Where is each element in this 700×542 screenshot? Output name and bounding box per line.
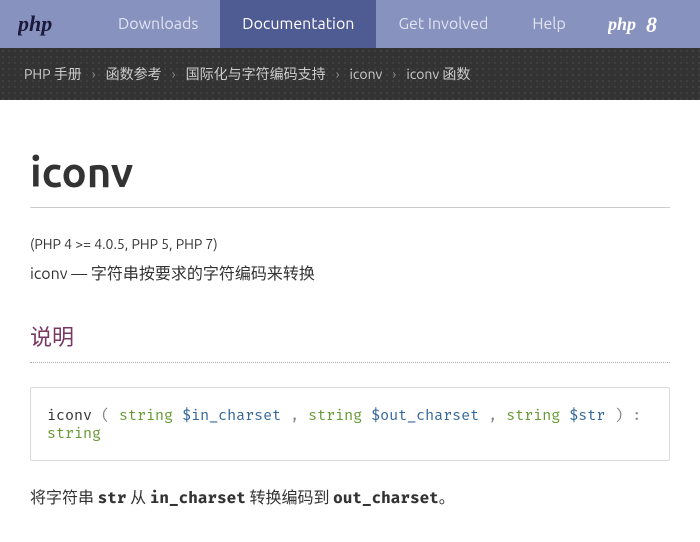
desc-literal-str: str — [98, 489, 127, 508]
desc-text: 将字符串 — [30, 489, 98, 507]
version-info: (PHP 4 >= 4.0.5, PHP 5, PHP 7) — [30, 236, 670, 252]
summary: iconv — 字符串按要求的字符编码来转换 — [30, 260, 670, 284]
top-navbar: php Downloads Documentation Get Involved… — [0, 0, 700, 48]
desc-text: 从 — [126, 489, 149, 507]
nav-get-involved[interactable]: Get Involved — [376, 0, 510, 48]
desc-text: 。 — [439, 489, 455, 507]
php8-logo[interactable]: php 8 — [596, 13, 676, 35]
breadcrumb: PHP 手册 › 函数参考 › 国际化与字符编码支持 › iconv › ico… — [24, 64, 676, 84]
nav-downloads[interactable]: Downloads — [96, 0, 220, 48]
chevron-right-icon: › — [92, 66, 96, 82]
chevron-right-icon: › — [172, 66, 176, 82]
main-nav: Downloads Documentation Get Involved Hel… — [96, 0, 588, 48]
syn-punct: ( — [101, 406, 119, 424]
svg-text:php: php — [608, 14, 636, 34]
desc-text: 转换编码到 — [246, 489, 333, 507]
syn-func-name: iconv — [47, 406, 92, 424]
syn-punct: ) : — [614, 406, 641, 424]
crumb-iconv[interactable]: iconv — [350, 66, 383, 82]
breadcrumb-bar: PHP 手册 › 函数参考 › 国际化与字符编码支持 › iconv › ico… — [0, 48, 700, 100]
syn-punct: , — [488, 406, 506, 424]
syn-param-type: string — [506, 406, 560, 424]
syn-param-name: $str — [569, 406, 605, 424]
crumb-function-ref[interactable]: 函数参考 — [106, 64, 162, 84]
function-synopsis: iconv ( string $in_charset , string $out… — [30, 387, 670, 461]
syn-punct: , — [290, 406, 308, 424]
syn-return-type: string — [47, 424, 101, 442]
desc-literal-out-charset: out_charset — [333, 489, 439, 508]
nav-documentation[interactable]: Documentation — [220, 0, 376, 48]
chevron-right-icon: › — [392, 66, 396, 82]
page-title: iconv — [30, 148, 670, 208]
syn-param-name: $out_charset — [371, 406, 479, 424]
chevron-right-icon: › — [336, 66, 340, 82]
svg-text:php: php — [18, 11, 52, 36]
php-logo[interactable]: php — [0, 11, 96, 37]
content-area: iconv (PHP 4 >= 4.0.5, PHP 5, PHP 7) ico… — [0, 108, 700, 542]
section-description: 说明 — [30, 320, 670, 363]
crumb-intl-encoding[interactable]: 国际化与字符编码支持 — [186, 64, 326, 84]
syn-param-type: string — [308, 406, 362, 424]
syn-param-name: $in_charset — [182, 406, 281, 424]
svg-text:8: 8 — [646, 13, 657, 35]
function-description: 将字符串 str 从 in_charset 转换编码到 out_charset。 — [30, 485, 670, 512]
crumb-php-manual[interactable]: PHP 手册 — [24, 64, 82, 84]
nav-help[interactable]: Help — [510, 0, 588, 48]
syn-param-type: string — [119, 406, 173, 424]
desc-literal-in-charset: in_charset — [150, 489, 246, 508]
crumb-iconv-functions[interactable]: iconv 函数 — [406, 64, 470, 84]
